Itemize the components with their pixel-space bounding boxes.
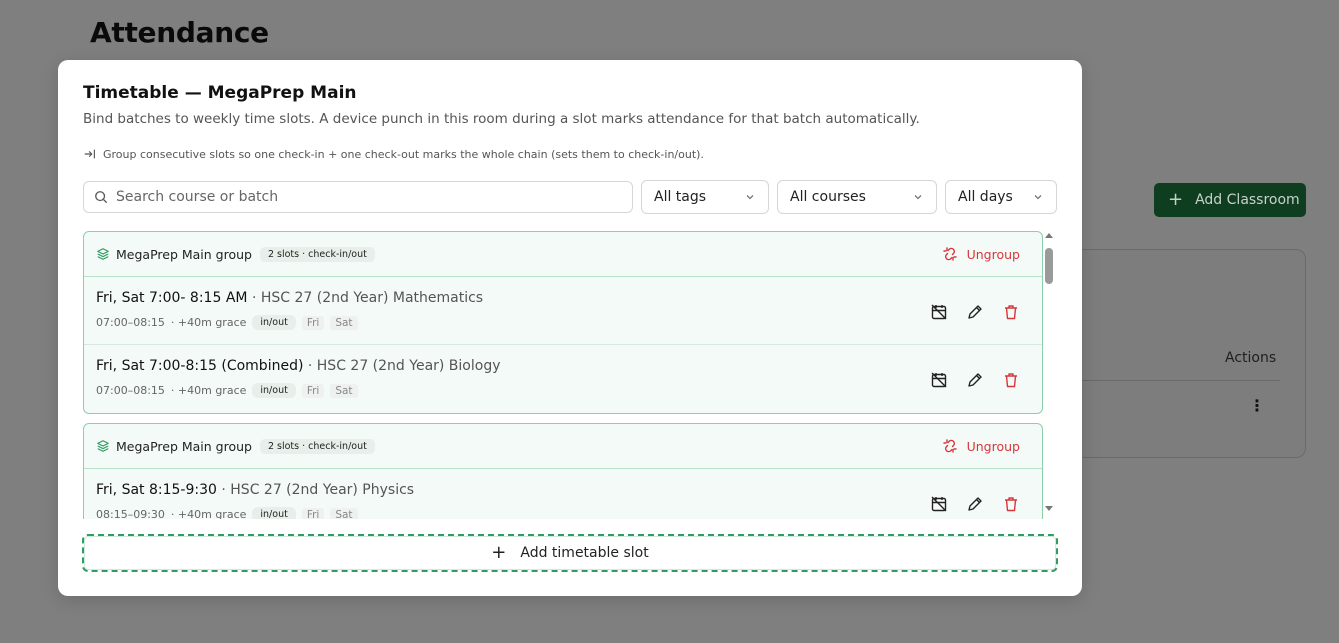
courses-filter-select[interactable]: All courses	[777, 180, 937, 214]
add-classroom-button[interactable]: + Add Classroom	[1154, 183, 1306, 217]
tags-filter-select[interactable]: All tags	[641, 180, 769, 214]
page-title: Attendance	[90, 16, 269, 49]
dialog-subtitle: Bind batches to weekly time slots. A dev…	[83, 111, 920, 127]
layers-icon	[97, 248, 109, 260]
timetable-dialog: Timetable — MegaPrep Main Bind batches t…	[58, 60, 1082, 596]
slot-mode-badge: in/out	[252, 315, 296, 330]
slot-title-text: Fri, Sat 7:00- 8:15 AM	[96, 290, 248, 306]
scroll-down-arrow[interactable]	[1045, 506, 1053, 511]
skip-date-button[interactable]	[930, 495, 948, 513]
add-timetable-slot-button[interactable]: + Add timetable slot	[82, 534, 1058, 572]
slot-time: 07:00–08:15	[96, 316, 165, 329]
skip-date-button[interactable]	[930, 371, 948, 389]
slot-title-text: Fri, Sat 7:00-8:15 (Combined)	[96, 358, 304, 374]
group-badge: 2 slots · check-in/out	[259, 246, 375, 262]
slot-title: Fri, Sat 8:15-9:30 · HSC 27 (2nd Year) P…	[96, 482, 414, 498]
slot-time: 07:00–08:15	[96, 384, 165, 397]
calendar-off-icon	[931, 304, 947, 320]
slot-meta: 08:15–09:30 · +40m grace in/out Fri Sat	[96, 507, 358, 519]
delete-slot-button[interactable]	[1002, 371, 1020, 389]
unlink-icon	[942, 247, 957, 261]
arrow-into-icon	[84, 149, 95, 159]
group-header: MegaPrep Main group 2 slots · check-in/ou…	[84, 232, 1042, 277]
actions-header: Actions	[1225, 350, 1277, 366]
ungroup-label: Ungroup	[966, 438, 1020, 454]
slot-grace: · +40m grace	[170, 384, 247, 397]
day-tag: Fri	[301, 383, 325, 398]
calendar-off-icon	[931, 372, 947, 388]
ungroup-button[interactable]: Ungroup	[942, 438, 1020, 454]
unlink-icon	[942, 439, 957, 453]
days-filter-select[interactable]: All days	[945, 180, 1057, 214]
ungroup-button[interactable]: Ungroup	[942, 246, 1020, 262]
timetable-slot-row: Fri, Sat 7:00- 8:15 AM · HSC 27 (2nd Yea…	[84, 277, 1042, 345]
delete-slot-button[interactable]	[1002, 495, 1020, 513]
day-tag: Fri	[301, 315, 325, 330]
pencil-icon	[968, 497, 982, 511]
scroll-thumb[interactable]	[1045, 248, 1053, 284]
days-filter-value: All days	[958, 189, 1013, 205]
edit-slot-button[interactable]	[966, 495, 984, 513]
slot-title-text: Fri, Sat 8:15-9:30	[96, 482, 217, 498]
group-name: MegaPrep Main group	[116, 246, 252, 262]
slot-mode-badge: in/out	[252, 507, 296, 519]
scroll-up-arrow[interactable]	[1045, 233, 1053, 238]
layers-icon	[97, 440, 109, 452]
kebab-menu-icon[interactable]: ⋮	[1249, 398, 1265, 414]
trash-icon	[1005, 497, 1017, 512]
slot-meta: 07:00–08:15 · +40m grace in/out Fri Sat	[96, 383, 358, 398]
slot-title: Fri, Sat 7:00-8:15 (Combined) · HSC 27 (…	[96, 358, 501, 374]
day-tag: Sat	[330, 315, 358, 330]
courses-filter-value: All courses	[790, 189, 866, 205]
chevron-down-icon	[1034, 195, 1042, 200]
list-scrollbar[interactable]	[1043, 231, 1055, 519]
group-name: MegaPrep Main group	[116, 438, 252, 454]
slot-course: · HSC 27 (2nd Year) Physics	[221, 482, 415, 498]
timetable-slot-row: Fri, Sat 8:15-9:30 · HSC 27 (2nd Year) P…	[84, 469, 1042, 519]
slot-actions	[930, 495, 1020, 513]
group-badge: 2 slots · check-in/out	[259, 438, 375, 454]
chevron-down-icon	[746, 195, 754, 200]
slot-course: · HSC 27 (2nd Year) Biology	[307, 358, 501, 374]
add-classroom-label: Add Classroom	[1195, 192, 1300, 208]
slot-title: Fri, Sat 7:00- 8:15 AM · HSC 27 (2nd Yea…	[96, 290, 483, 306]
plus-icon: +	[1168, 189, 1184, 210]
add-slot-label: Add timetable slot	[520, 545, 649, 561]
delete-slot-button[interactable]	[1002, 303, 1020, 321]
search-input[interactable]	[116, 189, 616, 205]
slot-meta: 07:00–08:15 · +40m grace in/out Fri Sat	[96, 315, 358, 330]
slot-group: MegaPrep Main group 2 slots · check-in/ou…	[83, 423, 1043, 519]
slot-group: MegaPrep Main group 2 slots · check-in/ou…	[83, 231, 1043, 414]
calendar-off-icon	[931, 496, 947, 512]
slot-time: 08:15–09:30	[96, 508, 165, 519]
slot-grace: · +40m grace	[170, 316, 247, 329]
group-hint: Group consecutive slots so one check-in …	[83, 147, 704, 161]
chevron-down-icon	[914, 195, 922, 200]
search-box[interactable]	[83, 181, 633, 213]
slot-list[interactable]: MegaPrep Main group 2 slots · check-in/ou…	[83, 231, 1043, 519]
tags-filter-value: All tags	[654, 189, 707, 205]
timetable-slot-row: Fri, Sat 7:00-8:15 (Combined) · HSC 27 (…	[84, 345, 1042, 413]
slot-course: · HSC 27 (2nd Year) Mathematics	[251, 290, 484, 306]
slot-grace: · +40m grace	[170, 508, 247, 519]
skip-date-button[interactable]	[930, 303, 948, 321]
dialog-title: Timetable — MegaPrep Main	[83, 83, 357, 103]
trash-icon	[1005, 305, 1017, 320]
search-icon	[95, 191, 108, 204]
group-hint-text: Group consecutive slots so one check-in …	[103, 147, 704, 161]
edit-slot-button[interactable]	[966, 371, 984, 389]
slot-actions	[930, 303, 1020, 321]
edit-slot-button[interactable]	[966, 303, 984, 321]
slot-mode-badge: in/out	[252, 383, 296, 398]
day-tag: Sat	[330, 507, 358, 519]
day-tag: Sat	[330, 383, 358, 398]
plus-icon: +	[491, 542, 507, 563]
ungroup-label: Ungroup	[966, 246, 1020, 262]
pencil-icon	[968, 305, 982, 319]
trash-icon	[1005, 373, 1017, 388]
day-tag: Fri	[301, 507, 325, 519]
slot-actions	[930, 371, 1020, 389]
pencil-icon	[968, 373, 982, 387]
group-header: MegaPrep Main group 2 slots · check-in/ou…	[84, 424, 1042, 469]
